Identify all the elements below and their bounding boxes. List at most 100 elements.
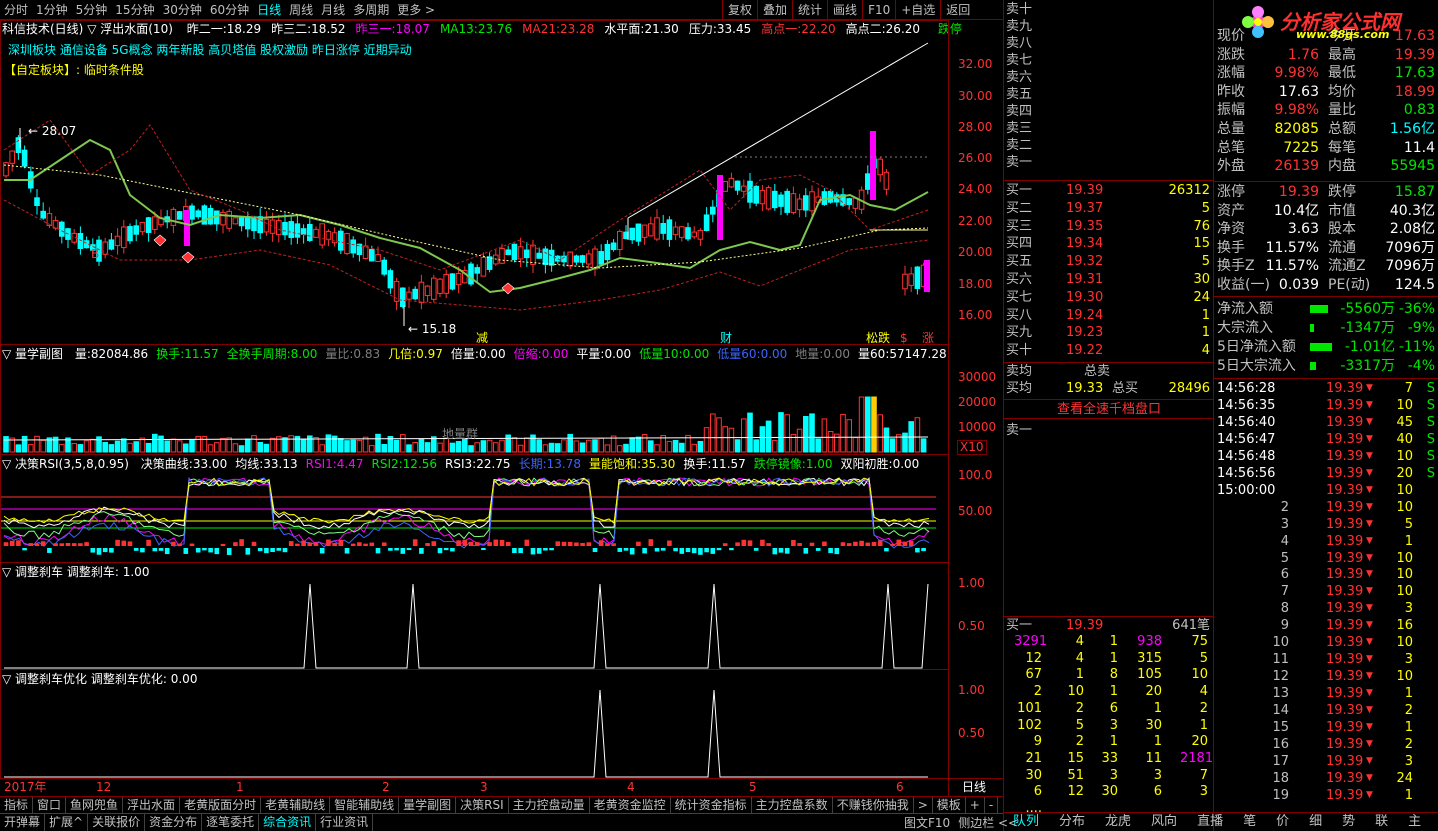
buy-level[interactable]: 买二 19.37 5 <box>1004 201 1214 217</box>
rsi-hist-bar <box>326 539 331 546</box>
tick-price: 19.39 <box>1326 516 1364 532</box>
indicator-tab-16[interactable]: + <box>966 796 985 814</box>
indicator-tab-5[interactable]: 老黄辅助线 <box>261 796 331 814</box>
indicator-tab-2[interactable]: 鱼网兜鱼 <box>66 796 124 814</box>
sell-level[interactable]: 卖九 <box>1004 19 1214 35</box>
fund-key: 涨停 <box>1217 184 1245 200</box>
sidebar-toggle[interactable]: 侧边栏 << <box>954 814 1022 831</box>
info-tab-6[interactable]: 行业资讯 <box>316 813 374 831</box>
right-tab-9[interactable]: 联 <box>1365 813 1398 831</box>
info-tab-3[interactable]: 资金分布 <box>145 813 203 831</box>
indicator-tab-1[interactable]: 窗口 <box>33 796 67 814</box>
rsi-hist-bar <box>332 543 337 546</box>
header-key: 倍缩: <box>513 347 542 361</box>
indicator-tab-9[interactable]: 主力控盘动量 <box>509 796 590 814</box>
sell-level[interactable]: 卖七 <box>1004 53 1214 69</box>
brake-yaxis-label: 0.50 <box>958 619 985 633</box>
queue-cell: 6 <box>1153 784 1162 800</box>
quote-row: 振幅 9.98% 量比 0.83 <box>1214 101 1438 119</box>
buy-level[interactable]: 买六 19.31 30 <box>1004 272 1214 288</box>
buy-level[interactable]: 买八 19.24 1 <box>1004 308 1214 324</box>
candle-body <box>133 225 139 235</box>
buy-level[interactable]: 买五 19.32 5 <box>1004 254 1214 270</box>
rsi-title[interactable]: ▽ 决策RSI(3,5,8,0.95) <box>2 457 129 471</box>
queue-cell: 9 <box>1033 734 1042 750</box>
buy-level[interactable]: 买一 19.39 26312 <box>1004 183 1214 199</box>
right-tab-4[interactable]: 直播 <box>1187 813 1233 831</box>
header-key: 倍量: <box>450 347 479 361</box>
signal-bar <box>924 260 930 292</box>
indicator-tab-13[interactable]: 不赚钱你抽我 <box>833 796 914 814</box>
right-tab-6[interactable]: 价 <box>1266 813 1299 831</box>
sell-level[interactable]: 卖一 <box>1004 155 1214 171</box>
volume-bar <box>139 437 146 453</box>
sell-level[interactable]: 卖八 <box>1004 36 1214 52</box>
vol-title[interactable]: ▽ 量学副图 <box>2 347 63 361</box>
indicator-tab-8[interactable]: 决策RSI <box>456 796 509 814</box>
sell-level[interactable]: 卖四 <box>1004 104 1214 120</box>
header-key: 平量: <box>576 347 605 361</box>
indicator-tab-15[interactable]: 模板 <box>933 796 966 814</box>
buy-level[interactable]: 买九 19.23 1 <box>1004 325 1214 341</box>
header-key: 全换手周期: <box>226 347 291 361</box>
fund-val: 11.57% <box>1265 239 1319 256</box>
rsi-hist-bar <box>239 539 244 546</box>
indicator-tab-11[interactable]: 统计资金指标 <box>671 796 752 814</box>
sell-level[interactable]: 卖二 <box>1004 138 1214 154</box>
indicator-tab-14[interactable]: > <box>914 796 933 814</box>
right-tab-10[interactable]: 主 <box>1398 813 1431 831</box>
info-tab-5[interactable]: 综合资讯 <box>259 813 317 831</box>
tick-vol: 1 <box>1404 533 1413 549</box>
rsi-hist-bar <box>592 548 598 552</box>
buy-level[interactable]: 买四 19.34 15 <box>1004 236 1214 252</box>
high-label: ← 28.07 <box>28 124 77 138</box>
info-tab-0[interactable]: 开弹幕 <box>0 813 46 831</box>
rsi-hist-bar <box>549 548 554 551</box>
volume-bar <box>672 439 679 453</box>
volume-bar <box>325 434 332 453</box>
tick-arrow: ▼ <box>1366 484 1373 495</box>
indicator-tab-4[interactable]: 老黄版面分时 <box>180 796 262 814</box>
indicator-tab-7[interactable]: 量学副图 <box>399 796 457 814</box>
info-tab-4[interactable]: 逐笔委托 <box>202 813 260 831</box>
indicator-tab-10[interactable]: 老黄资金监控 <box>590 796 671 814</box>
indicator-tab-3[interactable]: 浮出水面 <box>123 796 181 814</box>
indicator-tab-0[interactable]: 指标 <box>0 796 34 814</box>
buy-level[interactable]: 买十 19.22 4 <box>1004 343 1214 359</box>
buy-level[interactable]: 买三 19.35 76 <box>1004 219 1214 235</box>
sell-level[interactable]: 卖六 <box>1004 70 1214 86</box>
quote-key: 涨幅 <box>1217 65 1245 82</box>
right-tab-2[interactable]: 龙虎 <box>1095 813 1141 831</box>
right-tab-8[interactable]: 势 <box>1332 813 1365 831</box>
right-tab-1[interactable]: 分布 <box>1049 813 1095 831</box>
candle-body <box>412 288 418 300</box>
right-tab-5[interactable]: 笔 <box>1233 813 1266 831</box>
f10-link[interactable]: 图文F10 <box>900 814 954 831</box>
tick-price: 19.39 <box>1326 584 1364 600</box>
indicator-tab-17[interactable]: - <box>985 796 999 814</box>
right-tab-3[interactable]: 风向 <box>1141 813 1187 831</box>
sell-level[interactable]: 卖五 <box>1004 87 1214 103</box>
tick-arrow: ▼ <box>1366 755 1373 766</box>
header-key: 几倍: <box>388 347 417 361</box>
full-book-link[interactable]: 查看全速千档盘口 <box>1004 399 1214 419</box>
rsi-hist-bar <box>319 548 325 554</box>
buy-level[interactable]: 买七 19.30 24 <box>1004 290 1214 306</box>
tick-row: 9 19.39 ▼ 16 <box>1214 617 1438 634</box>
brake-title[interactable]: ▽ 调整刹车 <box>2 565 63 579</box>
right-tab-7[interactable]: 细 <box>1299 813 1332 831</box>
indicator-tab-12[interactable]: 主力控盘系数 <box>752 796 833 814</box>
sell-level[interactable]: 卖十 <box>1004 2 1214 18</box>
info-tab-1[interactable]: 扩展^ <box>45 813 89 831</box>
x-axis-period[interactable]: 日线 <box>962 779 986 795</box>
level-label: 买四 <box>1006 236 1033 252</box>
sell-level[interactable]: 卖三 <box>1004 121 1214 137</box>
rsi-hist-bar <box>598 540 604 546</box>
volume-bar <box>809 413 815 453</box>
indicator-tab-6[interactable]: 智能辅助线 <box>330 796 400 814</box>
header-val: 33.00 <box>192 457 228 471</box>
brake2-title[interactable]: ▽ 调整刹车优化 <box>2 672 87 686</box>
volume-bar <box>548 442 555 453</box>
fund-key: 股本 <box>1328 221 1356 237</box>
info-tab-2[interactable]: 关联报价 <box>88 813 146 831</box>
